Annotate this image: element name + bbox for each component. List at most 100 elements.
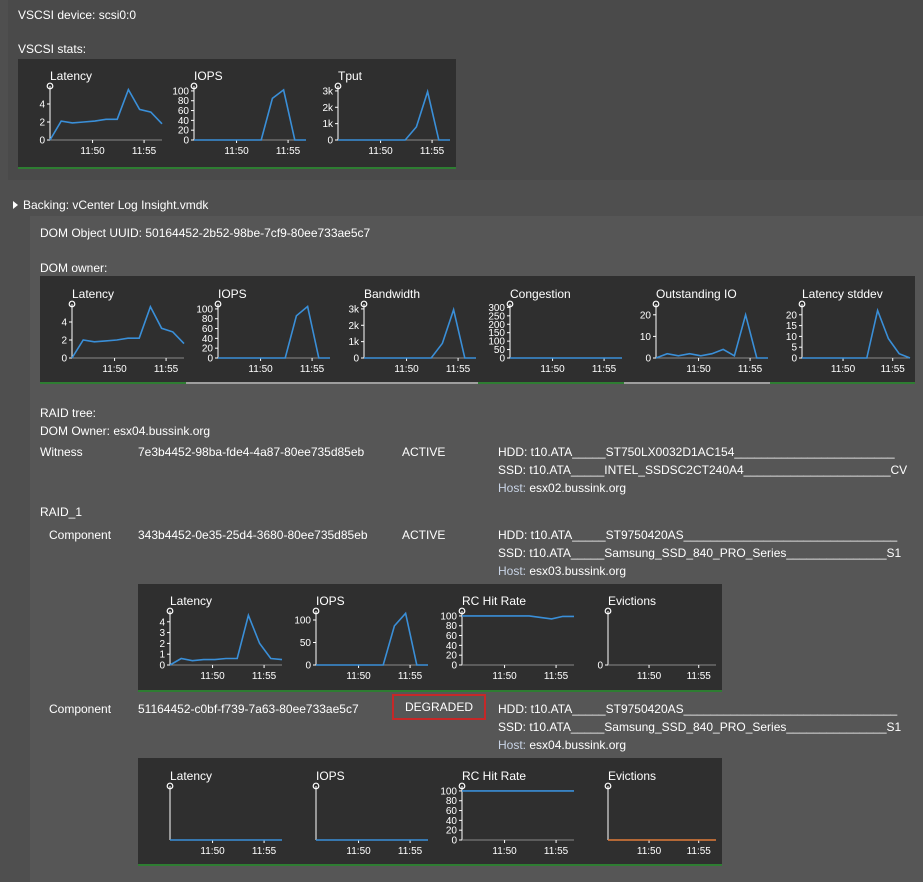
chart-title: Latency stddev — [802, 287, 883, 301]
component1-host-row: Host: esx03.bussink.org — [498, 564, 626, 578]
vscsi-stats-label: VSCSI stats: — [18, 42, 87, 56]
y-tick-label: 0 — [645, 354, 651, 365]
x-tick-label: 11:55 — [276, 146, 301, 157]
dom-owner-host: DOM Owner: esx04.bussink.org — [40, 424, 211, 438]
component1-ssd: SSD: t10.ATA_____Samsung_SSD_840_PRO_Ser… — [498, 546, 902, 560]
y-tick-label: 20 — [446, 651, 458, 662]
chart-title: Latency — [170, 594, 212, 608]
underline-bandwidth — [332, 382, 478, 384]
y-tick-label: 20 — [446, 826, 458, 837]
series-line — [338, 88, 450, 141]
y-tick-label: 0 — [327, 136, 333, 147]
x-tick-label: 11:55 — [446, 364, 471, 375]
witness-uuid: 7e3b4452-98ba-fde4-4a87-80ee735d85eb — [138, 445, 365, 459]
component2-role: Component — [49, 702, 112, 716]
y-tick-label: 100 — [172, 86, 189, 97]
y-tick-label: 2 — [159, 639, 165, 650]
x-tick-label: 11:50 — [637, 846, 662, 857]
y-tick-label: 2 — [39, 118, 45, 129]
witness-state: ACTIVE — [402, 445, 446, 459]
y-tick-label: 0 — [597, 661, 603, 672]
series-line — [364, 306, 476, 359]
component1-hdd: HDD: t10.ATA_____ST9750420AS____________… — [498, 528, 898, 542]
series-line — [802, 307, 911, 359]
y-tick-label: 0 — [39, 136, 45, 147]
x-tick-label: 11:55 — [738, 364, 763, 375]
series-line — [462, 615, 574, 620]
component2-hdd: HDD: t10.ATA_____ST9750420AS____________… — [498, 702, 898, 716]
y-tick-label: 0 — [183, 136, 189, 147]
y-tick-label: 2k — [348, 321, 360, 332]
x-tick-label: 11:55 — [420, 146, 445, 157]
y-tick-label: 2 — [61, 336, 67, 347]
backing-toggle[interactable]: Backing: vCenter Log Insight.vmdk — [13, 198, 208, 212]
component1-uuid: 343b4452-0e35-25d4-3680-80ee735d85eb — [138, 528, 368, 542]
component2-iops-chart: IOPS 11:50 11:55 — [312, 769, 428, 857]
dom-latency-stddev-chart: Latency stddev 05101520 11:50 11:55 — [786, 287, 911, 375]
x-tick-label: 11:50 — [368, 146, 393, 157]
chart-title: RC Hit Rate — [462, 769, 526, 783]
x-tick-label: 11:55 — [154, 364, 179, 375]
y-tick-label: 80 — [446, 796, 458, 807]
y-tick-label: 0 — [353, 354, 359, 365]
y-tick-label: 100 — [294, 616, 311, 627]
underline-stddev — [770, 382, 915, 384]
component1-iops-chart: IOPS 0 50 100 11:50 11:55 — [294, 594, 428, 682]
y-tick-label: 0 — [159, 661, 165, 672]
series-line — [218, 305, 330, 359]
y-tick-label: 3k — [322, 86, 334, 97]
y-tick-label: 100 — [440, 611, 457, 622]
x-tick-label: 11:55 — [687, 846, 712, 857]
component1-evictions-chart: Evictions 0 11:50 11:55 — [597, 594, 716, 682]
y-tick-label: 0 — [791, 354, 797, 365]
y-tick-label: 40 — [178, 116, 190, 127]
x-tick-label: 11:50 — [637, 671, 662, 682]
y-tick-label: 40 — [446, 816, 458, 827]
x-tick-label: 11:55 — [132, 146, 157, 157]
x-tick-label: 11:50 — [200, 846, 225, 857]
series-line — [71, 304, 185, 359]
y-tick-label: 5 — [791, 343, 797, 354]
x-tick-label: 11:50 — [686, 364, 711, 375]
y-tick-label: 100 — [196, 304, 213, 315]
y-tick-label: 20 — [786, 310, 798, 321]
y-tick-label: 0 — [451, 836, 457, 847]
x-tick-label: 11:55 — [881, 364, 906, 375]
dom-bandwidth-chart: Bandwidth 0 1k 2k 3k 11:50 11:55 — [348, 287, 476, 375]
component2-latency-chart: Latency 11:50 11:55 — [166, 769, 282, 857]
host-label: Host: — [498, 481, 527, 495]
chart-title: RC Hit Rate — [462, 594, 526, 608]
vscsi-device-label: VSCSI device: scsi0:0 — [18, 8, 137, 22]
underline-outstanding — [624, 382, 770, 384]
y-tick-label: 20 — [178, 126, 190, 137]
raid-tree-label: RAID tree: — [40, 406, 97, 420]
y-tick-label: 3 — [159, 628, 165, 639]
dom-congestion-chart: Congestion05010015020025030011:50 11:55 — [488, 287, 622, 375]
vscsi-iops-chart: IOPS 020406080100 11:50 11:55 — [172, 69, 306, 157]
y-tick-label: 60 — [202, 324, 214, 335]
y-tick-label: 60 — [446, 806, 458, 817]
chart-title: Outstanding IO — [656, 287, 737, 301]
y-tick-label: 4 — [39, 100, 45, 111]
witness-role: Witness — [40, 445, 83, 459]
component1-host: esx03.bussink.org — [529, 564, 627, 578]
vscsi-tput-chart: Tput 0 1k 2k 3k 11:50 11:55 — [322, 69, 450, 157]
chart-title: Latency — [72, 287, 114, 301]
component2-evictions-chart: Evictions 11:50 11:55 — [604, 769, 716, 857]
vscsi-latency-chart: Latency 0 2 4 11:50 11:55 — [39, 69, 163, 157]
component1-rc-hit-rate-chart: RC Hit Rate 020406080100 11:50 11:55 — [440, 594, 574, 682]
y-tick-label: 1k — [322, 119, 334, 130]
y-tick-label: 10 — [786, 332, 798, 343]
component2-uuid: 51164452-c0bf-f739-7a63-80ee733ae5c7 — [138, 702, 359, 716]
y-tick-label: 4 — [61, 318, 67, 329]
x-tick-label: 11:50 — [80, 146, 105, 157]
x-tick-label: 11:55 — [592, 364, 617, 375]
y-tick-label: 80 — [202, 314, 214, 325]
y-tick-label: 300 — [488, 303, 505, 314]
raid1-label: RAID_1 — [40, 505, 83, 519]
witness-host-row: Host: esx02.bussink.org — [498, 481, 626, 495]
series-line — [169, 612, 283, 666]
witness-ssd: SSD: t10.ATA_____INTEL_SSDSC2CT240A4____… — [498, 463, 908, 477]
component2-ssd: SSD: t10.ATA_____Samsung_SSD_840_PRO_Ser… — [498, 720, 902, 734]
expand-triangle-icon[interactable] — [13, 200, 18, 209]
